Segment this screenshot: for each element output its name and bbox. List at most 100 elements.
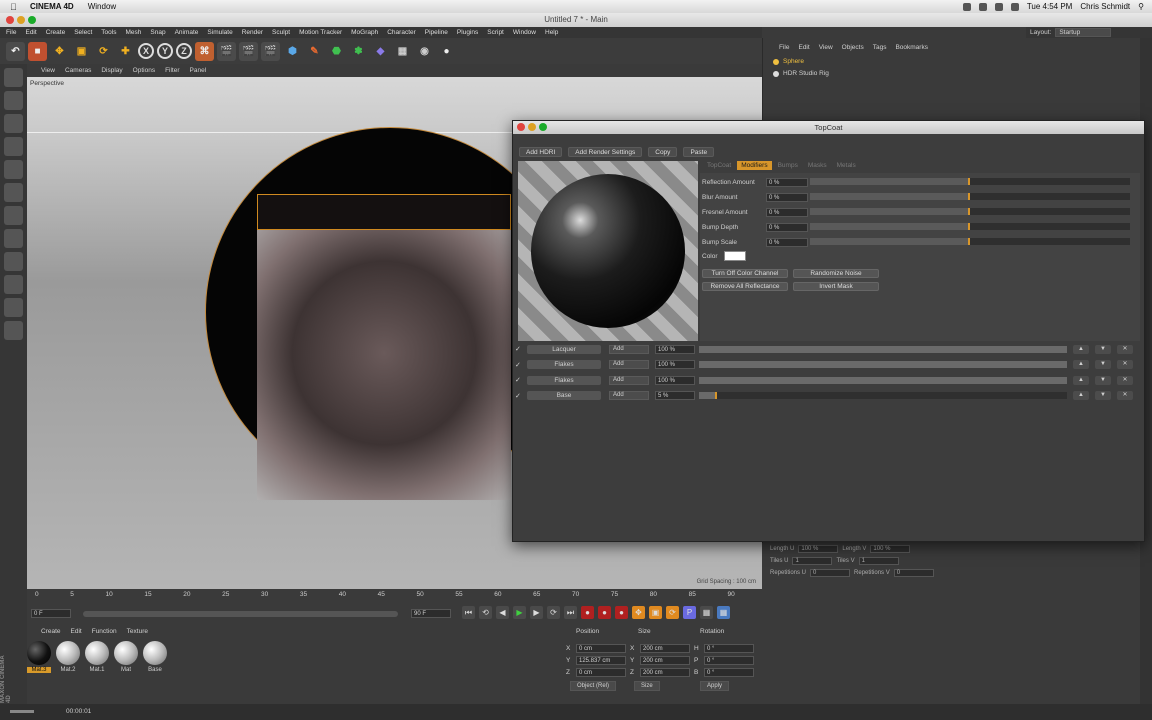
points-mode-icon[interactable] <box>4 160 23 179</box>
modifier-value-field[interactable]: 0 % <box>766 177 808 187</box>
end-frame-field[interactable]: 90 F <box>411 609 451 618</box>
layer-opacity-field[interactable]: 100 % <box>655 344 695 354</box>
remove-layer-icon[interactable]: ✕ <box>1117 360 1133 369</box>
material-menu-item[interactable]: Create <box>41 628 61 635</box>
layer-opacity-slider[interactable] <box>699 361 1067 368</box>
menu-item[interactable]: Window <box>513 29 536 36</box>
z-axis-lock-button[interactable]: Z <box>176 43 192 59</box>
move-layer-down-icon[interactable]: ▼ <box>1095 391 1111 400</box>
step-back-icon[interactable]: ◀ <box>496 606 509 619</box>
blend-mode-dropdown[interactable]: Add <box>609 344 649 354</box>
undo-icon[interactable]: ↶ <box>6 41 25 61</box>
size-field[interactable]: 200 cm <box>640 643 690 653</box>
layer-name-button[interactable]: Flakes <box>527 360 601 369</box>
modifier-slider[interactable] <box>810 193 1130 200</box>
material-swatch[interactable]: Base <box>143 641 167 673</box>
object-row[interactable]: Sphere <box>773 58 804 65</box>
scale-icon[interactable]: ▣ <box>72 42 91 61</box>
pla-key-icon[interactable]: ▦ <box>700 606 713 619</box>
rotation-field[interactable]: 0 ° <box>704 643 754 653</box>
menu-item[interactable]: Render <box>242 29 263 36</box>
tweak-mode-icon[interactable] <box>4 252 23 271</box>
make-editable-icon[interactable] <box>4 68 23 87</box>
size-mode-dropdown[interactable]: Size <box>634 681 660 691</box>
turn-off-color-channel-button[interactable]: Turn Off Color Channel <box>702 269 788 278</box>
menu-item[interactable]: Select <box>74 29 92 36</box>
menu-item[interactable]: Plugins <box>457 29 478 36</box>
topcoat-toolbar-button[interactable]: Copy <box>648 147 678 157</box>
layer-name-button[interactable]: Lacquer <box>527 344 601 354</box>
go-to-start-icon[interactable]: ⏮ <box>462 606 475 619</box>
interactive-render-region[interactable] <box>257 194 511 500</box>
floor-icon[interactable]: ▦ <box>393 42 412 61</box>
spotlight-icon[interactable]: ⚲ <box>1138 2 1144 11</box>
attribute-field[interactable]: 1 <box>858 557 899 565</box>
layer-enabled-checkbox[interactable]: ✓ <box>515 376 525 384</box>
last-tool-icon[interactable]: ✚ <box>116 42 135 61</box>
tab-bumps[interactable]: Bumps <box>774 161 802 170</box>
render-settings-icon[interactable]: 🎬 <box>261 41 280 61</box>
light-icon[interactable]: ● <box>437 42 456 61</box>
layer-opacity-slider[interactable] <box>699 345 1067 353</box>
modifier-slider[interactable] <box>810 178 1130 185</box>
remove-layer-icon[interactable]: ✕ <box>1117 375 1133 385</box>
texture-mode-icon[interactable] <box>4 114 23 133</box>
menu-item[interactable]: Character <box>387 29 416 36</box>
randomize-noise-button[interactable]: Randomize Noise <box>793 269 879 278</box>
loop-forward-icon[interactable]: ⟳ <box>547 606 560 619</box>
object-menu-item[interactable]: View <box>819 44 833 51</box>
autokey-icon[interactable]: ● <box>598 606 611 619</box>
cloner-icon[interactable]: ✽ <box>349 42 368 61</box>
blend-mode-dropdown[interactable]: Add <box>609 360 649 369</box>
viewport-menu-item[interactable]: View <box>41 67 55 74</box>
viewport-menu-item[interactable]: Options <box>133 67 155 74</box>
snap-icon[interactable] <box>4 275 23 294</box>
coordinate-system-icon[interactable]: ⌘ <box>195 41 214 61</box>
record-icon[interactable]: ● <box>581 606 594 619</box>
pen-icon[interactable]: ✎ <box>305 42 324 61</box>
zoom-dialog-button[interactable] <box>539 123 547 131</box>
edges-mode-icon[interactable] <box>4 183 23 202</box>
layer-opacity-field[interactable]: 5 % <box>655 391 695 400</box>
menu-item[interactable]: Tools <box>101 29 116 36</box>
layer-opacity-slider[interactable] <box>699 376 1067 384</box>
position-key-icon[interactable]: ✥ <box>632 606 645 619</box>
remove-layer-icon[interactable]: ✕ <box>1117 344 1133 354</box>
menu-item[interactable]: Script <box>487 29 504 36</box>
tab-masks[interactable]: Masks <box>804 161 831 170</box>
clock[interactable]: Tue 4:54 PM <box>1027 2 1073 11</box>
modifier-value-field[interactable]: 0 % <box>766 237 808 247</box>
deformer-icon[interactable]: ◆ <box>371 42 390 61</box>
rotation-key-icon[interactable]: ⟳ <box>666 606 679 619</box>
modifier-value-field[interactable]: 0 % <box>766 192 808 202</box>
object-menu-item[interactable]: Objects <box>842 44 864 51</box>
menu-item[interactable]: Animate <box>175 29 199 36</box>
zoom-window-button[interactable] <box>28 16 36 24</box>
move-layer-down-icon[interactable]: ▼ <box>1095 344 1111 354</box>
menu-item[interactable]: MoGraph <box>351 29 378 36</box>
object-menu-item[interactable]: Tags <box>873 44 887 51</box>
apple-icon[interactable]:  <box>10 2 22 12</box>
play-icon[interactable]: ▶ <box>513 606 526 619</box>
blend-mode-dropdown[interactable]: Add <box>609 375 649 385</box>
user-name[interactable]: Chris Schmidt <box>1080 2 1130 11</box>
current-frame-field[interactable]: 0 F <box>31 609 71 618</box>
menu-item[interactable]: Help <box>545 29 558 36</box>
cube-icon[interactable]: ⬢ <box>283 42 302 61</box>
viewport-menu-item[interactable]: Cameras <box>65 67 91 74</box>
menu-item[interactable]: File <box>6 29 16 36</box>
attribute-field[interactable]: 100 % <box>870 545 911 553</box>
topcoat-toolbar-button[interactable]: Add HDRI <box>519 147 563 157</box>
remove-layer-icon[interactable]: ✕ <box>1117 391 1133 400</box>
rotation-field[interactable]: 0 ° <box>704 667 754 677</box>
remove-all-reflectance-button[interactable]: Remove All Reflectance <box>702 282 788 291</box>
size-field[interactable]: 200 cm <box>640 667 690 677</box>
layer-enabled-checkbox[interactable]: ✓ <box>515 392 525 400</box>
keyframe-selection-icon[interactable]: ● <box>615 606 628 619</box>
material-swatch[interactable]: Mat <box>114 641 138 673</box>
modifier-slider[interactable] <box>810 208 1130 215</box>
viewport-menu-item[interactable]: Panel <box>190 67 207 74</box>
invert-mask-button[interactable]: Invert Mask <box>793 282 879 291</box>
rotation-field[interactable]: 0 ° <box>704 655 754 665</box>
y-axis-lock-button[interactable]: Y <box>157 43 173 59</box>
